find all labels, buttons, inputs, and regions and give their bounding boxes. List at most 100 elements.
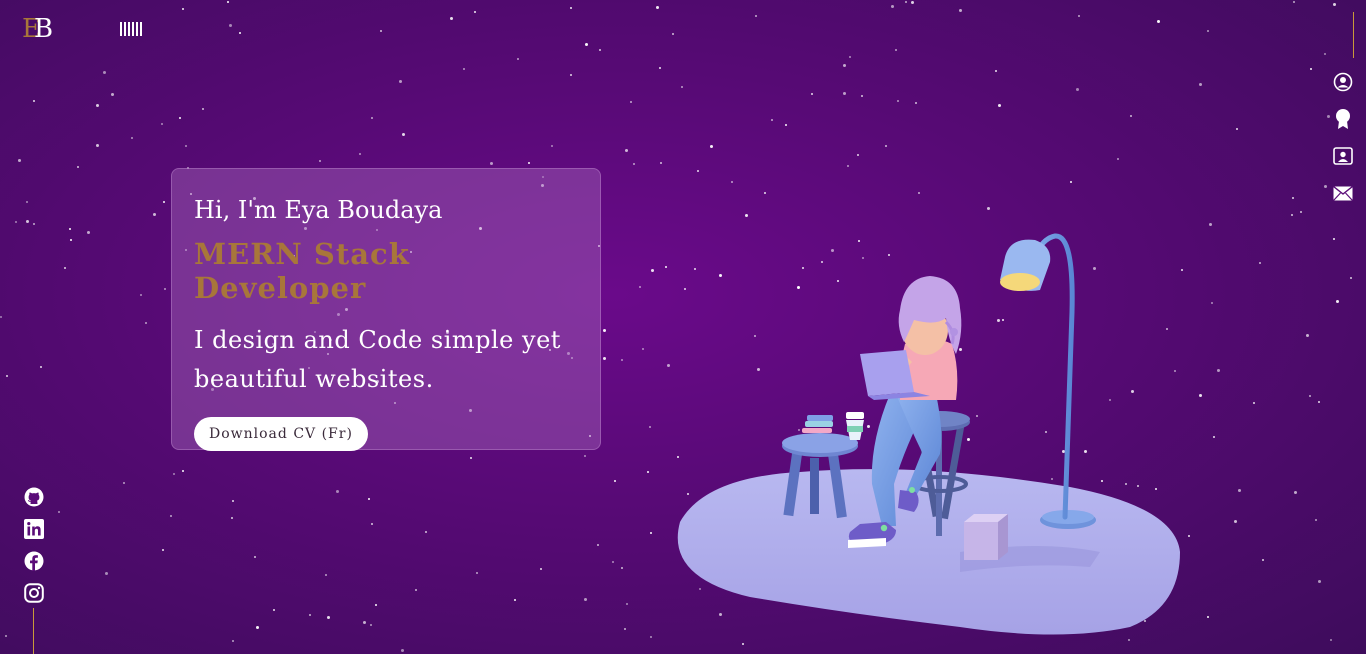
site-logo[interactable]: EB bbox=[22, 14, 53, 44]
star bbox=[785, 124, 787, 126]
star bbox=[1199, 394, 1202, 397]
star bbox=[26, 220, 29, 223]
star bbox=[897, 100, 899, 102]
star bbox=[847, 165, 849, 167]
star bbox=[6, 375, 8, 377]
star bbox=[731, 181, 733, 183]
star bbox=[1318, 580, 1321, 583]
star bbox=[710, 145, 713, 148]
star bbox=[476, 572, 478, 574]
star bbox=[603, 357, 606, 360]
star bbox=[18, 159, 21, 162]
star bbox=[647, 471, 649, 473]
star bbox=[1207, 616, 1209, 618]
star bbox=[229, 24, 232, 27]
star bbox=[1330, 639, 1332, 641]
star bbox=[885, 145, 887, 147]
star bbox=[995, 70, 997, 72]
star bbox=[239, 32, 241, 34]
star bbox=[463, 68, 465, 70]
star bbox=[490, 162, 493, 165]
star bbox=[319, 160, 321, 162]
star bbox=[399, 80, 402, 83]
girl-with-laptop-illustration bbox=[677, 233, 1180, 635]
star bbox=[359, 153, 361, 155]
star bbox=[1309, 395, 1311, 397]
download-cv-button[interactable]: Download CV (Fr) bbox=[194, 417, 368, 451]
star bbox=[1209, 223, 1212, 226]
star bbox=[764, 192, 766, 194]
star bbox=[584, 598, 587, 601]
star bbox=[370, 624, 372, 626]
star bbox=[625, 149, 628, 152]
star bbox=[185, 145, 187, 147]
star bbox=[1324, 53, 1326, 55]
right-divider-line bbox=[1353, 12, 1354, 58]
star bbox=[325, 574, 327, 576]
star bbox=[624, 628, 626, 630]
hero-greeting: Hi, I'm Eya Boudaya bbox=[194, 196, 443, 224]
star bbox=[959, 9, 962, 12]
user-circle-icon[interactable] bbox=[1331, 70, 1355, 94]
star bbox=[649, 426, 651, 428]
left-divider-line bbox=[33, 608, 34, 654]
star bbox=[843, 64, 846, 67]
star bbox=[918, 192, 920, 194]
star bbox=[164, 288, 166, 290]
star bbox=[650, 636, 652, 638]
star bbox=[1253, 402, 1255, 404]
star bbox=[1291, 214, 1293, 216]
star bbox=[69, 228, 71, 230]
star bbox=[64, 267, 66, 269]
star bbox=[380, 30, 382, 32]
star bbox=[1117, 158, 1119, 160]
star bbox=[585, 43, 588, 46]
star bbox=[849, 56, 851, 58]
star bbox=[1315, 519, 1317, 521]
star bbox=[857, 154, 859, 156]
star bbox=[163, 201, 165, 203]
star bbox=[15, 221, 17, 223]
star bbox=[179, 117, 181, 119]
star bbox=[153, 213, 156, 216]
star bbox=[254, 556, 256, 558]
star bbox=[987, 207, 990, 210]
menu-bars-icon[interactable] bbox=[120, 22, 142, 36]
star bbox=[336, 490, 339, 493]
star bbox=[273, 609, 275, 611]
star bbox=[650, 532, 652, 534]
star bbox=[621, 567, 623, 569]
star bbox=[1306, 334, 1309, 337]
star bbox=[1293, 1, 1295, 3]
award-icon[interactable] bbox=[1331, 107, 1355, 131]
contact-card-icon[interactable] bbox=[1331, 144, 1355, 168]
envelope-icon[interactable] bbox=[1331, 181, 1355, 205]
star bbox=[103, 71, 106, 74]
star bbox=[811, 93, 813, 95]
star bbox=[1070, 181, 1072, 183]
hero-intro-card: Hi, I'm Eya Boudaya MERN Stack Developer… bbox=[171, 168, 601, 451]
star bbox=[891, 5, 894, 8]
star bbox=[1292, 197, 1294, 199]
star bbox=[1217, 369, 1220, 372]
star bbox=[5, 635, 7, 637]
star bbox=[614, 480, 616, 482]
star bbox=[998, 104, 1001, 107]
star bbox=[1076, 88, 1079, 91]
star bbox=[621, 359, 623, 361]
github-icon[interactable] bbox=[23, 486, 45, 508]
star bbox=[40, 366, 42, 368]
star bbox=[402, 133, 405, 136]
star bbox=[232, 640, 234, 642]
facebook-icon[interactable] bbox=[23, 550, 45, 572]
star bbox=[450, 17, 453, 20]
star bbox=[202, 108, 204, 110]
instagram-icon[interactable] bbox=[23, 582, 45, 604]
star bbox=[540, 568, 542, 570]
star bbox=[1213, 436, 1215, 438]
logo-letter-b: B bbox=[33, 14, 53, 44]
linkedin-icon[interactable] bbox=[23, 518, 45, 540]
star bbox=[77, 166, 79, 168]
star bbox=[256, 626, 259, 629]
star bbox=[425, 531, 427, 533]
